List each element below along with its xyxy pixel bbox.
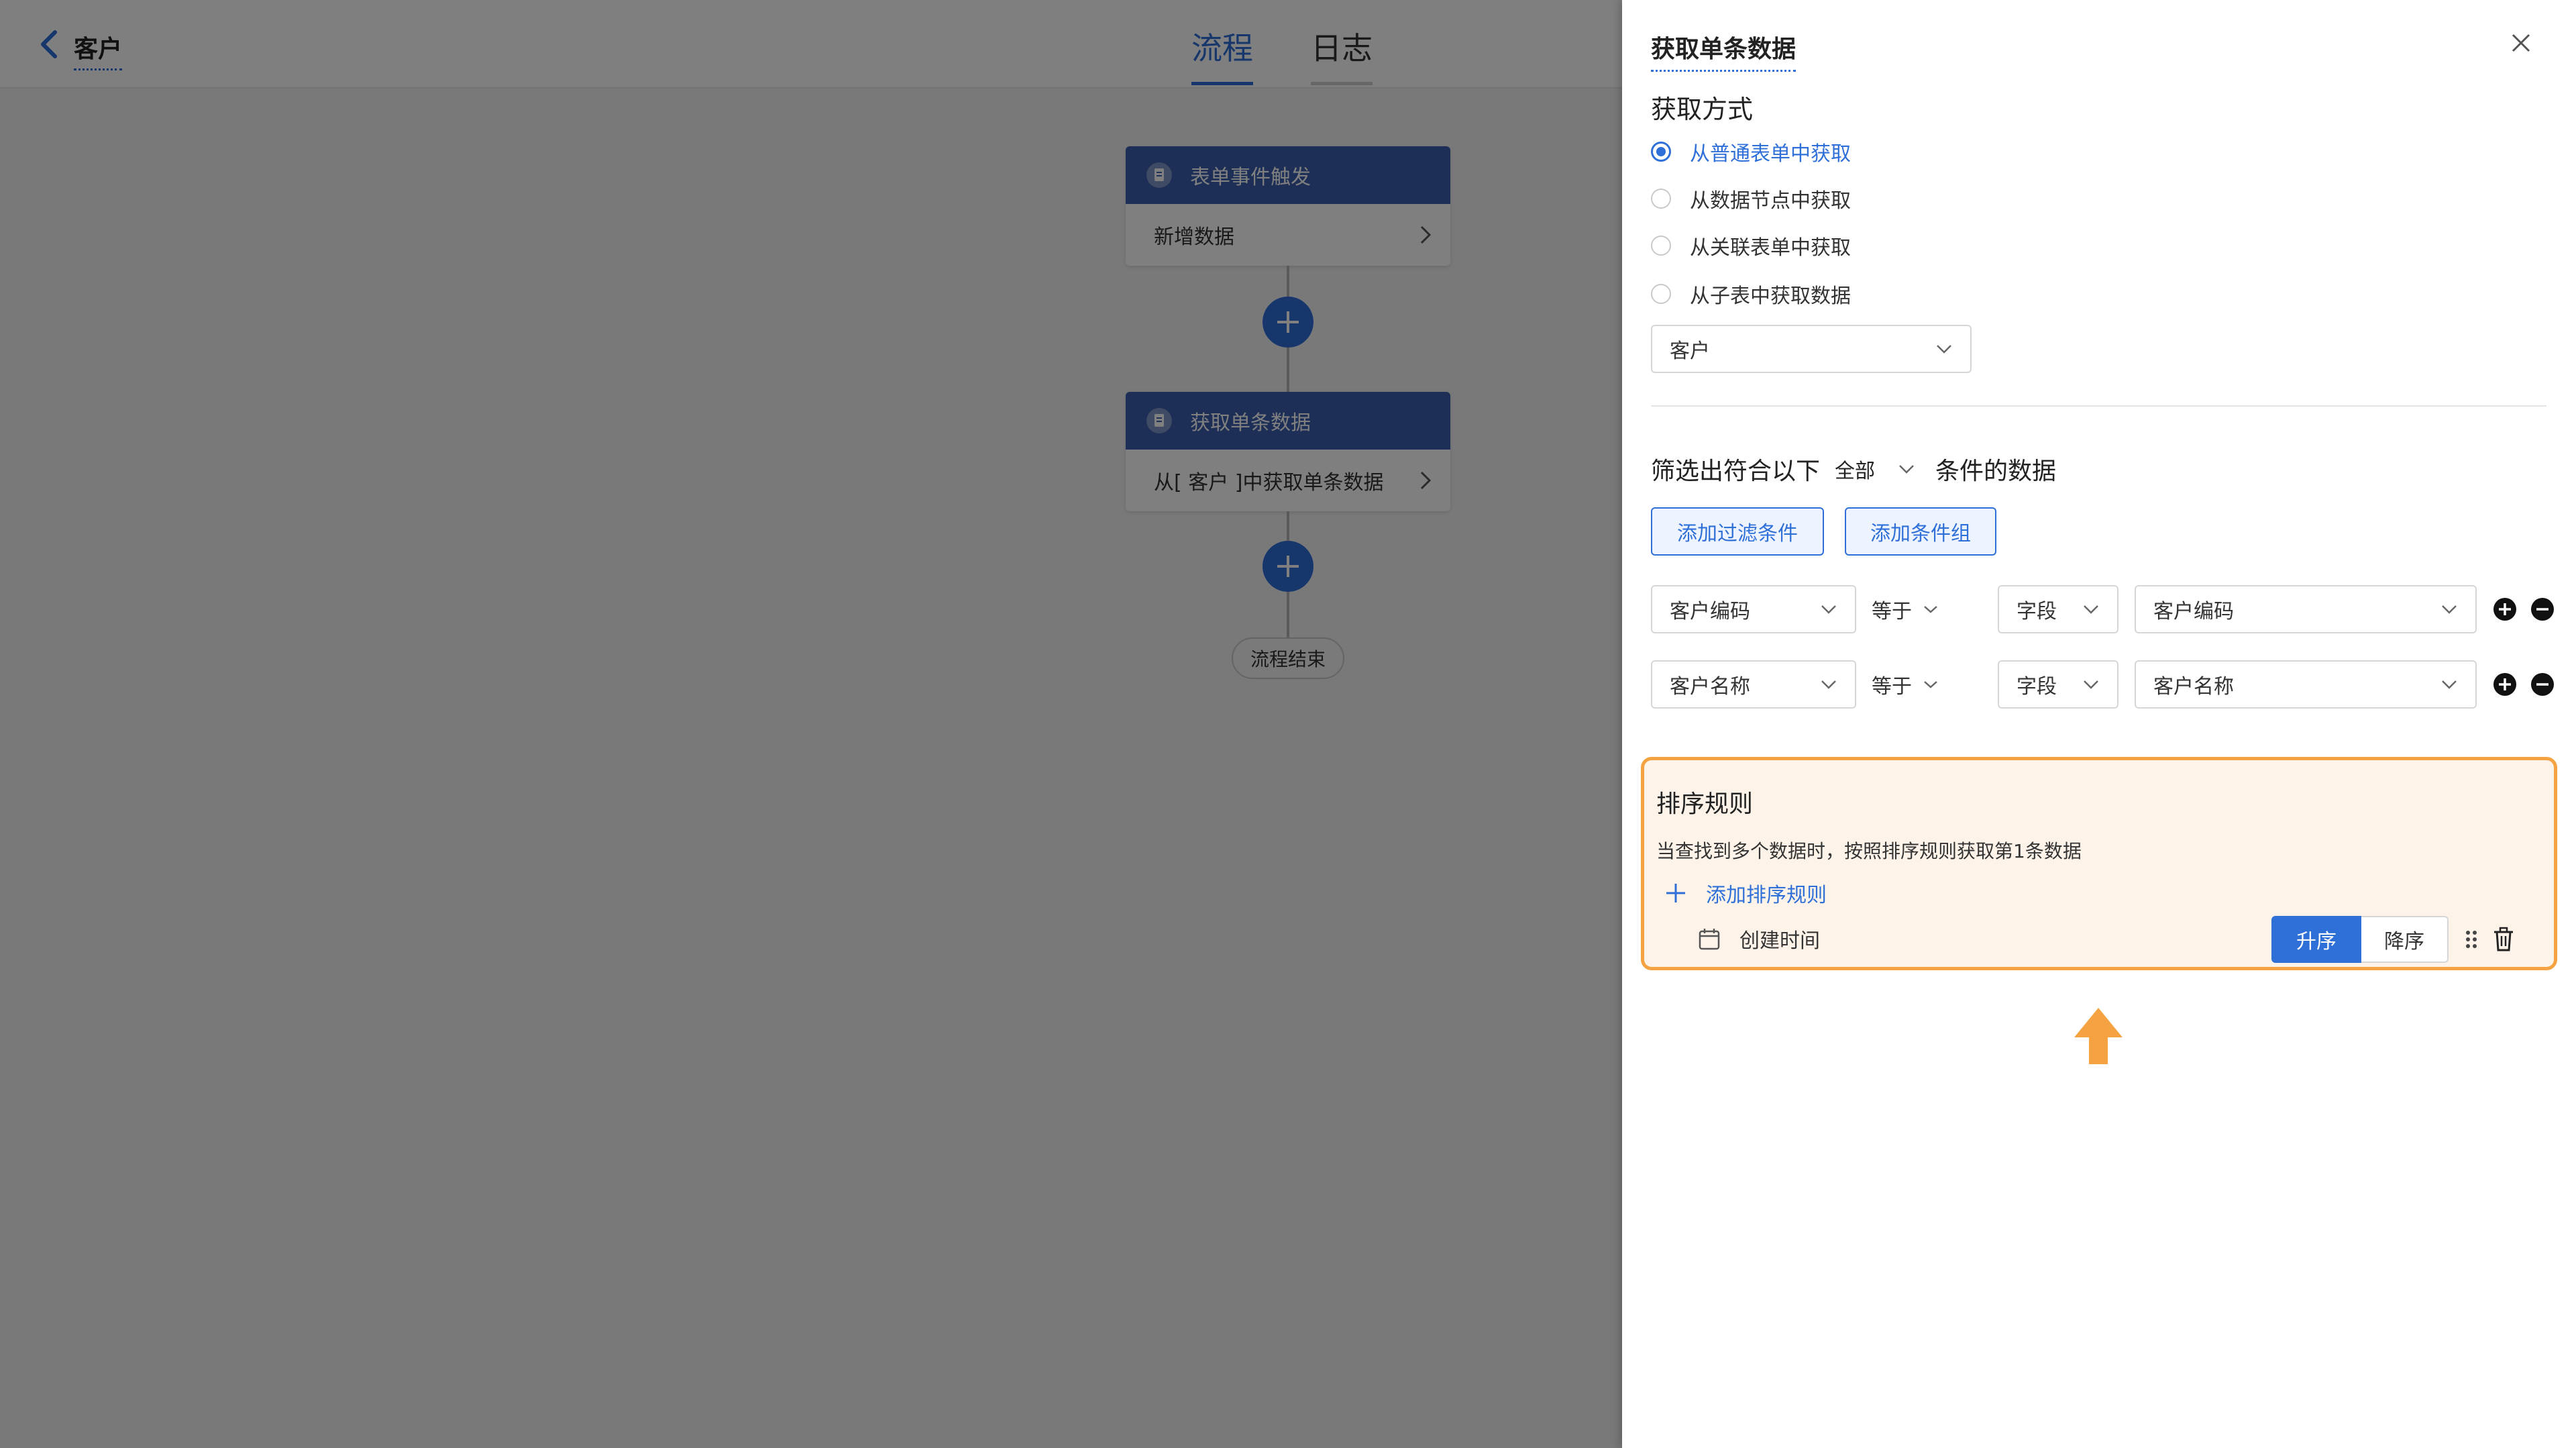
divider	[1651, 405, 2546, 407]
sort-rule-row: 创建时间	[1698, 923, 1820, 955]
condition-value-type-value: 字段	[2017, 675, 2057, 699]
radio-option-data-node[interactable]: 从数据节点中获取	[1651, 184, 1851, 213]
sort-rule-field: 创建时间	[1739, 929, 1820, 953]
radio-unchecked[interactable]	[1651, 189, 1671, 209]
radio-option-subtable[interactable]: 从子表中获取数据	[1651, 279, 1851, 309]
sort-section-description: 当查找到多个数据时，按照排序规则获取第1条数据	[1656, 840, 2082, 862]
condition-value-value: 客户名称	[2153, 675, 2234, 699]
condition-value-value: 客户编码	[2153, 600, 2234, 623]
condition-operator-select[interactable]: 等于	[1872, 585, 1939, 633]
radio-label: 从普通表单中获取	[1690, 142, 1851, 166]
condition-value-type-select[interactable]: 字段	[1998, 585, 2118, 633]
chevron-down-icon	[1924, 681, 1937, 688]
modal-overlay[interactable]	[0, 0, 1622, 1448]
chevron-down-icon	[1899, 465, 1914, 474]
chevron-down-icon	[1821, 605, 1836, 614]
match-mode-select[interactable]: 全部	[1835, 454, 1915, 484]
radio-label: 从子表中获取数据	[1690, 285, 1851, 308]
add-condition-group-button[interactable]: 添加条件组	[1845, 507, 1996, 556]
condition-operator-select[interactable]: 等于	[1872, 660, 1939, 709]
drag-handle-icon[interactable]	[2463, 928, 2480, 951]
add-circle-icon[interactable]	[2493, 672, 2517, 696]
source-section-label: 获取方式	[1651, 95, 1754, 124]
condition-value-type-value: 字段	[2017, 600, 2057, 623]
condition-operator-value: 等于	[1872, 600, 1912, 623]
filter-suffix: 条件的数据	[1935, 458, 2057, 485]
radio-option-linked-form[interactable]: 从关联表单中获取	[1651, 231, 1851, 260]
trash-icon[interactable]	[2492, 927, 2515, 952]
radio-checked[interactable]	[1651, 142, 1671, 162]
add-sort-rule-button[interactable]: 添加排序规则	[1664, 878, 1827, 908]
match-mode-value: 全部	[1835, 460, 1876, 483]
chevron-down-icon	[2442, 605, 2457, 614]
chevron-down-icon	[2442, 680, 2457, 689]
condition-field-select[interactable]: 客户编码	[1651, 585, 1856, 633]
chevron-down-icon	[1937, 345, 1951, 354]
plus-icon	[1666, 884, 1685, 902]
condition-value-select[interactable]: 客户名称	[2135, 660, 2477, 709]
sort-rule-section: 排序规则 当查找到多个数据时，按照排序规则获取第1条数据 添加排序规则 创建时间…	[1641, 757, 2557, 970]
form-select[interactable]: 客户	[1651, 325, 1972, 373]
chevron-down-icon	[1924, 606, 1937, 613]
condition-operator-value: 等于	[1872, 675, 1912, 699]
arrow-up-icon	[2074, 1008, 2123, 1064]
radio-unchecked[interactable]	[1651, 236, 1671, 256]
condition-value-select[interactable]: 客户编码	[2135, 585, 2477, 633]
radio-label: 从关联表单中获取	[1690, 236, 1851, 260]
close-icon[interactable]	[2509, 31, 2533, 55]
config-drawer: 获取单条数据 获取方式 从普通表单中获取 从数据节点中获取 从关联表单中获取 从…	[1622, 0, 2576, 1448]
sort-direction-toggle: 升序 降序	[2271, 916, 2449, 963]
chevron-down-icon	[1821, 680, 1836, 689]
condition-field-value: 客户名称	[1670, 675, 1750, 699]
filter-prefix: 筛选出符合以下	[1651, 458, 1821, 485]
radio-option-normal-form[interactable]: 从普通表单中获取	[1651, 137, 1851, 166]
radio-unchecked[interactable]	[1651, 284, 1671, 304]
condition-field-select[interactable]: 客户名称	[1651, 660, 1856, 709]
remove-circle-icon[interactable]	[2530, 672, 2555, 696]
radio-label: 从数据节点中获取	[1690, 189, 1851, 213]
remove-circle-icon[interactable]	[2530, 597, 2555, 621]
drawer-title: 获取单条数据	[1651, 30, 1796, 72]
sort-section-title: 排序规则	[1656, 790, 1754, 818]
form-select-value: 客户	[1670, 340, 1710, 363]
ascending-button[interactable]: 升序	[2271, 916, 2361, 963]
add-circle-icon[interactable]	[2493, 597, 2517, 621]
chevron-down-icon	[2084, 605, 2098, 614]
chevron-down-icon	[2084, 680, 2098, 689]
condition-field-value: 客户编码	[1670, 600, 1750, 623]
condition-value-type-select[interactable]: 字段	[1998, 660, 2118, 709]
calendar-icon	[1699, 929, 1720, 950]
add-filter-condition-button[interactable]: 添加过滤条件	[1651, 507, 1824, 556]
filter-summary: 筛选出符合以下 全部 条件的数据	[1651, 452, 2056, 486]
add-sort-rule-label: 添加排序规则	[1706, 884, 1827, 907]
descending-button[interactable]: 降序	[2361, 916, 2449, 963]
